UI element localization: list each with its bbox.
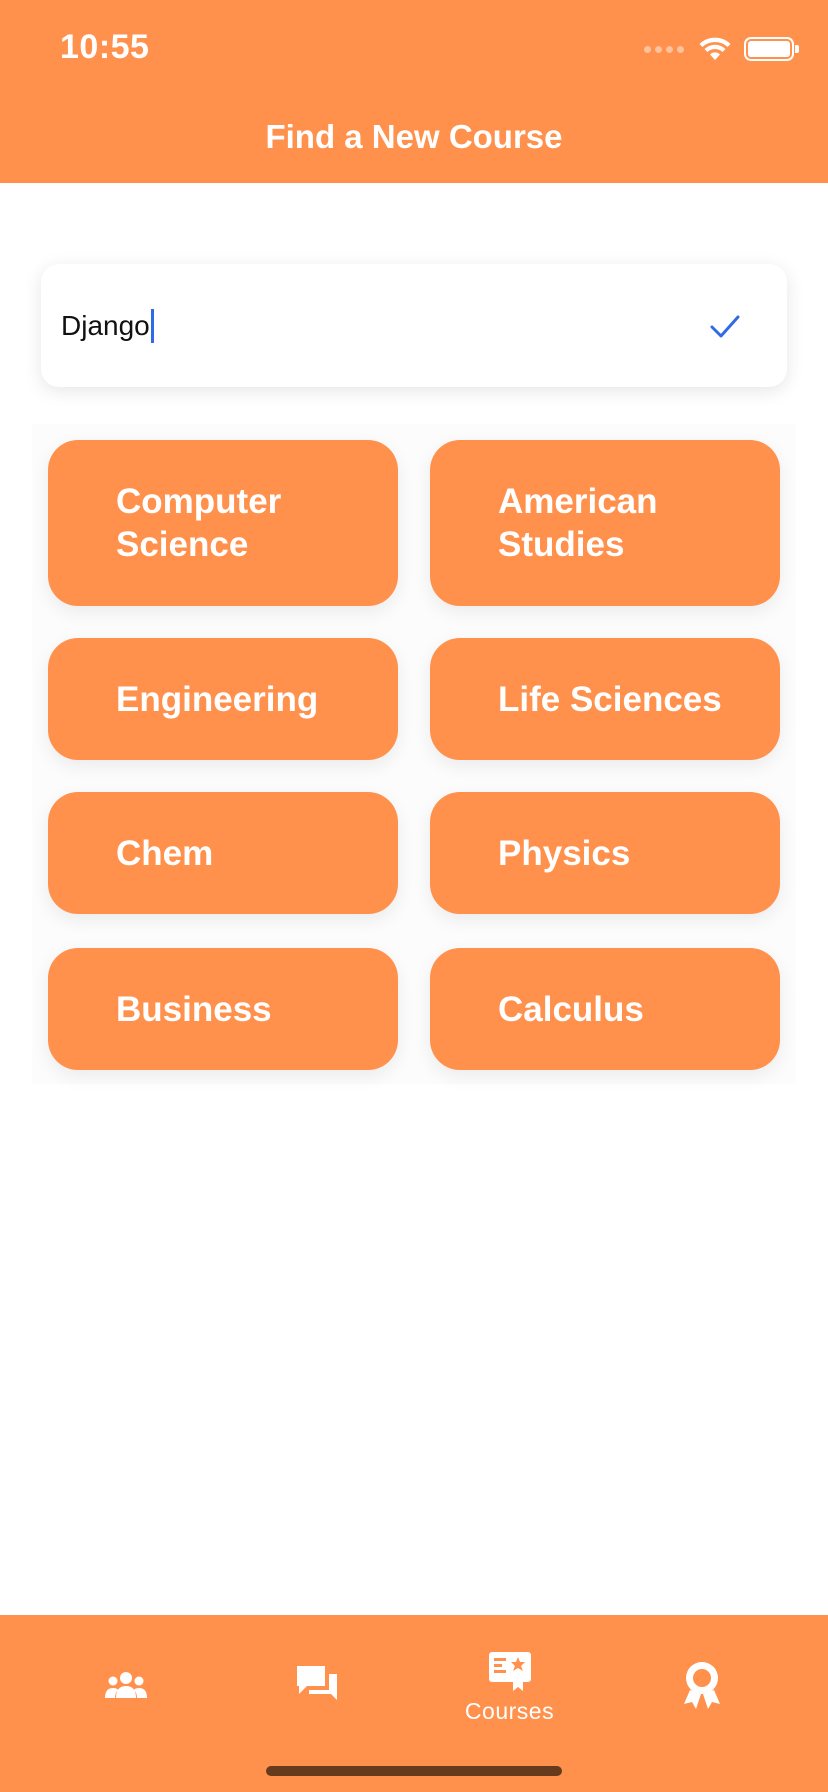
search-card: Django xyxy=(41,264,787,387)
course-button-computer-science[interactable]: Computer Science xyxy=(48,440,398,606)
course-button-business[interactable]: Business xyxy=(48,948,398,1070)
course-button-calculus[interactable]: Calculus xyxy=(430,948,780,1070)
search-input-value: Django xyxy=(61,309,150,341)
text-cursor xyxy=(150,308,154,343)
checkmark-icon[interactable] xyxy=(707,308,743,344)
signal-icon xyxy=(644,45,684,53)
course-label: Calculus xyxy=(498,989,644,1029)
award-icon xyxy=(683,1662,720,1709)
tab-chat[interactable] xyxy=(213,1625,420,1745)
course-label: Computer Science xyxy=(116,482,282,564)
course-button-american-studies[interactable]: American Studies xyxy=(430,440,780,606)
wifi-icon xyxy=(699,37,731,60)
search-input[interactable]: Django xyxy=(61,264,661,387)
header: 10:55 Find a New Course xyxy=(0,0,828,183)
tab-people[interactable] xyxy=(22,1625,229,1745)
status-time: 10:55 xyxy=(60,28,150,66)
tab-courses[interactable]: Courses xyxy=(406,1627,613,1747)
course-button-life-sciences[interactable]: Life Sciences xyxy=(430,638,780,760)
course-label: American Studies xyxy=(498,482,658,564)
people-icon xyxy=(104,1672,147,1698)
tab-courses-label: Courses xyxy=(464,1697,555,1724)
course-grid: Computer Science American Studies Engine… xyxy=(32,424,796,1084)
page-title: Find a New Course xyxy=(265,118,563,155)
tab-awards[interactable] xyxy=(598,1625,805,1745)
status-icons xyxy=(644,36,799,62)
battery-icon xyxy=(744,37,799,61)
course-label: Physics xyxy=(498,833,631,873)
course-label: Life Sciences xyxy=(498,679,722,719)
course-button-engineering[interactable]: Engineering xyxy=(48,638,398,760)
home-indicator xyxy=(266,1766,562,1776)
courses-icon xyxy=(488,1651,531,1691)
course-label: Chem xyxy=(116,833,214,873)
course-button-physics[interactable]: Physics xyxy=(430,792,780,914)
course-button-chem[interactable]: Chem xyxy=(48,792,398,914)
chat-icon xyxy=(296,1666,337,1700)
course-label: Engineering xyxy=(116,679,319,719)
course-label: Business xyxy=(116,989,272,1029)
